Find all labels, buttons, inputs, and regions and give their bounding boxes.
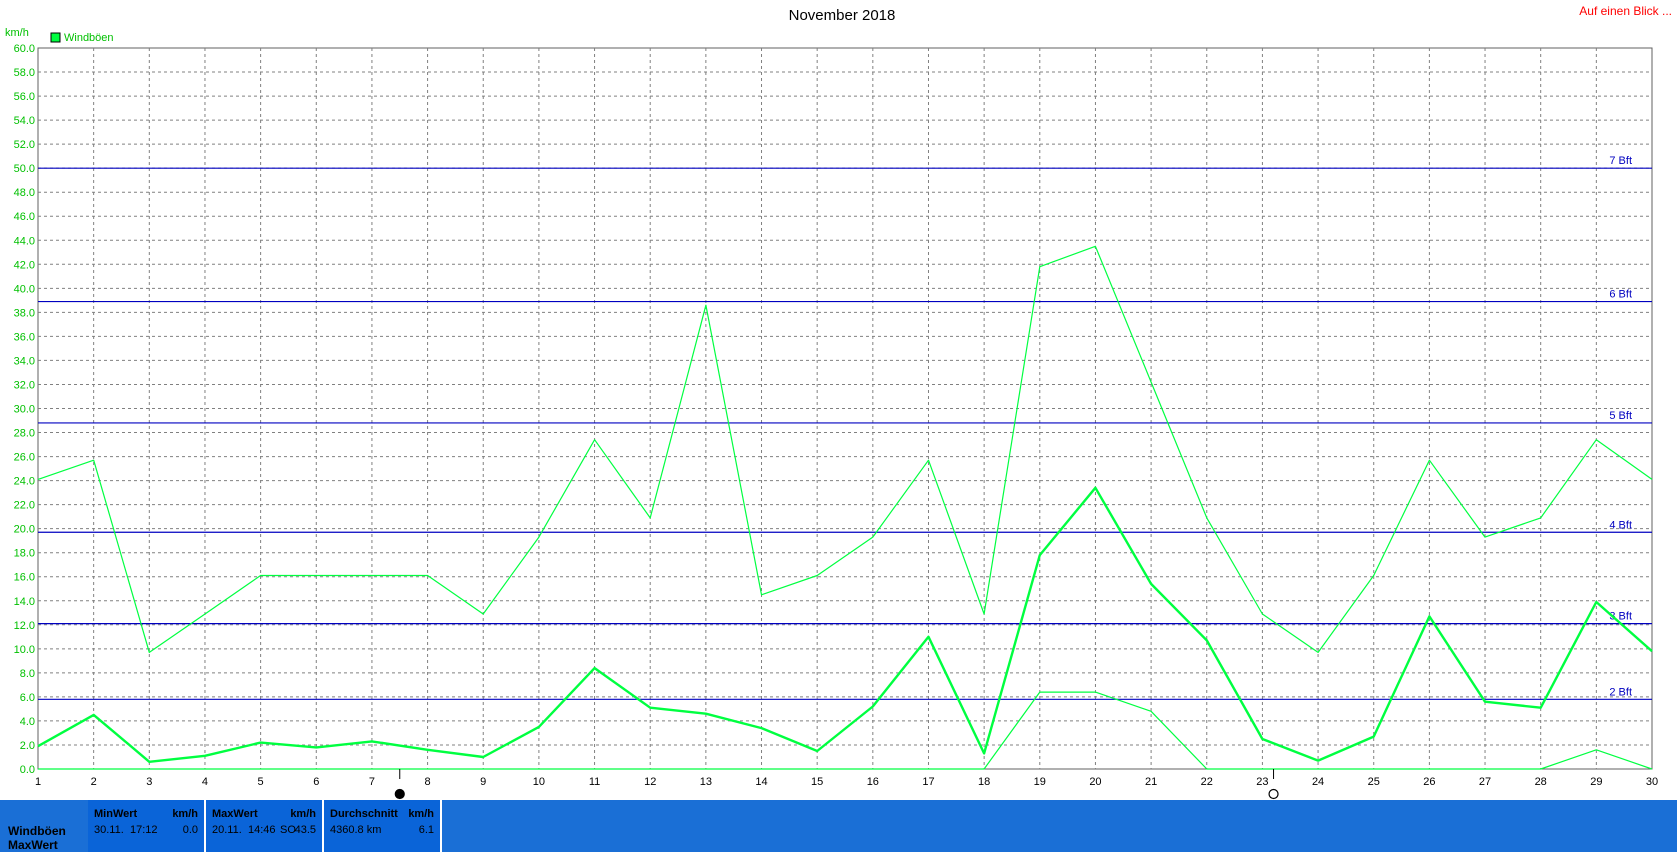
y-tick-label: 60.0 — [14, 43, 35, 55]
y-tick-label: 48.0 — [14, 187, 35, 199]
x-tick-label: 21 — [1145, 776, 1157, 788]
x-tick-label: 7 — [369, 776, 375, 788]
x-tick-label: 24 — [1312, 776, 1324, 788]
y-tick-label: 8.0 — [20, 668, 35, 680]
y-tick-label: 28.0 — [14, 428, 35, 440]
y-tick-label: 44.0 — [14, 235, 35, 247]
y-tick-label: 50.0 — [14, 163, 35, 175]
y-tick-label: 2.0 — [20, 740, 35, 752]
x-tick-label: 4 — [202, 776, 208, 788]
stats-min-box: MinWert km/h 30.11. 17:12 0.0 — [88, 800, 206, 852]
avg-distance: 4360.8 km — [330, 824, 382, 836]
y-axis-unit-label: km/h — [5, 27, 29, 39]
avg-unit: km/h — [408, 808, 434, 820]
x-tick-label: 15 — [811, 776, 823, 788]
max-date: 20.11. — [212, 824, 242, 836]
beaufort-label: 7 Bft — [1609, 155, 1632, 167]
min-date: 30.11. — [94, 824, 124, 836]
moon-new-icon — [1268, 788, 1279, 800]
beaufort-label: 6 Bft — [1609, 289, 1632, 301]
x-tick-label: 6 — [313, 776, 319, 788]
x-tick-label: 12 — [644, 776, 656, 788]
max-header: MaxWert — [212, 808, 258, 820]
stats-row-sublabel: MaxWert — [8, 838, 58, 852]
y-tick-label: 58.0 — [14, 67, 35, 79]
y-tick-label: 34.0 — [14, 355, 35, 367]
y-tick-label: 56.0 — [14, 91, 35, 103]
y-tick-label: 6.0 — [20, 692, 35, 704]
x-tick-label: 5 — [258, 776, 264, 788]
avg-header: Durchschnitt — [330, 808, 398, 820]
x-tick-label: 10 — [533, 776, 545, 788]
min-unit: km/h — [172, 808, 198, 820]
x-tick-label: 23 — [1256, 776, 1268, 788]
stats-row-label: Windböen — [8, 824, 66, 838]
y-tick-label: 14.0 — [14, 596, 35, 608]
moon-full-icon — [394, 788, 405, 800]
x-tick-label: 28 — [1535, 776, 1547, 788]
x-tick-label: 11 — [589, 776, 600, 788]
legend-label: Windböen — [64, 32, 114, 44]
min-header: MinWert — [94, 808, 138, 820]
y-tick-label: 12.0 — [14, 620, 35, 632]
x-tick-label: 17 — [922, 776, 934, 788]
y-tick-label: 52.0 — [14, 139, 35, 151]
stats-avg-box: Durchschnitt km/h 4360.8 km 6.1 — [324, 800, 442, 852]
min-value: 0.0 — [182, 824, 198, 836]
x-tick-label: 16 — [867, 776, 879, 788]
x-axis: 1 2 3 4 5 6 7 8 9 10 11 12 13 14 15 16 17 18 19 20 21 22 23 24 2… — [35, 776, 1658, 788]
x-tick-label: 9 — [480, 776, 486, 788]
y-tick-label: 32.0 — [14, 379, 35, 391]
beaufort-label: 4 Bft — [1609, 519, 1632, 531]
y-tick-label: 30.0 — [14, 404, 35, 416]
beaufort-label: 2 Bft — [1609, 686, 1632, 698]
overview-link[interactable]: Auf einen Blick ... — [1579, 4, 1672, 18]
min-time: 17:12 — [130, 824, 158, 836]
x-tick-label: 20 — [1089, 776, 1101, 788]
y-tick-label: 18.0 — [14, 548, 35, 560]
y-tick-label: 54.0 — [14, 115, 35, 127]
stats-panel: Windböen MaxWert MinWert km/h 30.11. 17:… — [0, 800, 1677, 852]
y-tick-label: 40.0 — [14, 283, 35, 295]
x-tick-label: 8 — [425, 776, 431, 788]
max-value: 43.5 — [294, 824, 316, 836]
y-axis: 0.0 2.0 4.0 6.0 8.0 10.0 12.0 14.0 16.0 18.0 20.0 2… — [14, 43, 35, 776]
x-tick-label: 29 — [1590, 776, 1602, 788]
y-tick-label: 0.0 — [20, 764, 35, 776]
y-tick-label: 16.0 — [14, 572, 35, 584]
x-tick-label: 25 — [1368, 776, 1380, 788]
y-tick-label: 38.0 — [14, 307, 35, 319]
max-unit: km/h — [290, 808, 316, 820]
y-tick-label: 20.0 — [14, 524, 35, 536]
x-tick-label: 14 — [755, 776, 767, 788]
stats-max-box: MaxWert km/h 20.11. 14:46 SO 43.5 — [206, 800, 324, 852]
y-tick-label: 10.0 — [14, 644, 35, 656]
x-tick-label: 1 — [35, 776, 41, 788]
x-tick-label: 19 — [1034, 776, 1046, 788]
x-tick-label: 22 — [1201, 776, 1213, 788]
y-tick-label: 4.0 — [20, 716, 35, 728]
x-tick-label: 3 — [146, 776, 152, 788]
x-tick-label: 2 — [91, 776, 97, 788]
y-tick-label: 26.0 — [14, 452, 35, 464]
y-tick-label: 22.0 — [14, 500, 35, 512]
wind-gust-chart: November 2018 Auf einen Blick ... km/h W… — [5, 4, 1672, 800]
y-tick-label: 36.0 — [14, 331, 35, 343]
x-tick-label: 30 — [1646, 776, 1658, 788]
beaufort-label: 5 Bft — [1609, 410, 1632, 422]
chart-title: November 2018 — [789, 7, 896, 24]
x-tick-label: 27 — [1479, 776, 1491, 788]
x-tick-label: 13 — [700, 776, 712, 788]
y-tick-label: 42.0 — [14, 259, 35, 271]
max-time: 14:46 — [248, 824, 276, 836]
avg-value: 6.1 — [418, 824, 434, 836]
y-tick-label: 46.0 — [14, 211, 35, 223]
max-direction: SO — [280, 824, 296, 836]
x-tick-label: 26 — [1423, 776, 1435, 788]
x-tick-label: 18 — [978, 776, 990, 788]
y-tick-label: 24.0 — [14, 476, 35, 488]
legend-swatch — [50, 32, 61, 43]
